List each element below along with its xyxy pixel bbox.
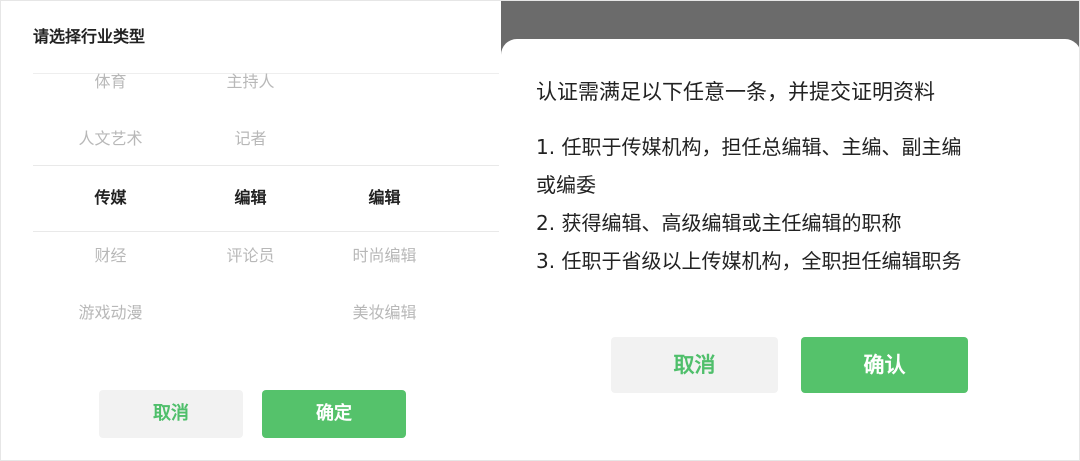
requirement-item: 2. 获得编辑、高级编辑或主任编辑的职称 <box>536 211 902 235</box>
requirement-item: 1. 任职于传媒机构，担任总编辑、主编、副主编 <box>536 135 962 159</box>
picker-cell[interactable]: 游戏动漫 <box>33 284 188 341</box>
picker-cell[interactable]: 评论员 <box>173 227 328 284</box>
picker-cell-selected[interactable]: 传媒 <box>33 169 188 226</box>
picker-row[interactable]: 游戏动漫 美妆编辑 <box>33 284 499 341</box>
picker-cell-selected[interactable]: 编辑 <box>307 169 462 226</box>
cancel-button[interactable]: 取消 <box>99 390 243 438</box>
selection-line-top <box>33 165 499 166</box>
picker-row[interactable]: 体育 主持人 <box>33 53 499 110</box>
picker-cell[interactable]: 时尚编辑 <box>307 227 462 284</box>
requirements-dialog: 认证需满足以下任意一条，并提交证明资料 1. 任职于传媒机构，担任总编辑、主编、… <box>501 39 1079 460</box>
picker-cell[interactable]: 人文艺术 <box>33 110 188 167</box>
picker-cell[interactable]: 体育 <box>33 53 188 110</box>
industry-picker-panel: 请选择行业类型 体育 主持人 人文艺术 记者 传媒 编辑 编辑 财经 评论员 时… <box>1 1 500 460</box>
picker-title: 请选择行业类型 <box>33 27 146 46</box>
picker-cell[interactable]: 主持人 <box>173 53 328 110</box>
picker-row-selected[interactable]: 传媒 编辑 编辑 <box>33 169 499 226</box>
confirm-button[interactable]: 确定 <box>262 390 406 438</box>
picker-row[interactable]: 财经 评论员 时尚编辑 <box>33 227 499 284</box>
requirements-list: 1. 任职于传媒机构，担任总编辑、主编、副主编 或编委 2. 获得编辑、高级编辑… <box>536 128 1056 280</box>
dialog-confirm-button[interactable]: 确认 <box>801 337 968 393</box>
industry-picker[interactable]: 体育 主持人 人文艺术 记者 传媒 编辑 编辑 财经 评论员 时尚编辑 游戏动漫… <box>33 53 499 373</box>
screenshot-frame: 请选择行业类型 体育 主持人 人文艺术 记者 传媒 编辑 编辑 财经 评论员 时… <box>0 0 1080 461</box>
dialog-cancel-button[interactable]: 取消 <box>611 337 778 393</box>
picker-cell[interactable]: 美妆编辑 <box>307 284 462 341</box>
requirement-item: 或编委 <box>536 173 596 197</box>
modal-overlay: 认证需满足以下任意一条，并提交证明资料 1. 任职于传媒机构，担任总编辑、主编、… <box>501 1 1079 460</box>
picker-row[interactable]: 人文艺术 记者 <box>33 110 499 167</box>
picker-cell[interactable]: 财经 <box>33 227 188 284</box>
picker-cell[interactable]: 记者 <box>173 110 328 167</box>
picker-cell-selected[interactable]: 编辑 <box>173 169 328 226</box>
dialog-title: 认证需满足以下任意一条，并提交证明资料 <box>536 80 935 104</box>
requirement-item: 3. 任职于省级以上传媒机构，全职担任编辑职务 <box>536 249 962 273</box>
